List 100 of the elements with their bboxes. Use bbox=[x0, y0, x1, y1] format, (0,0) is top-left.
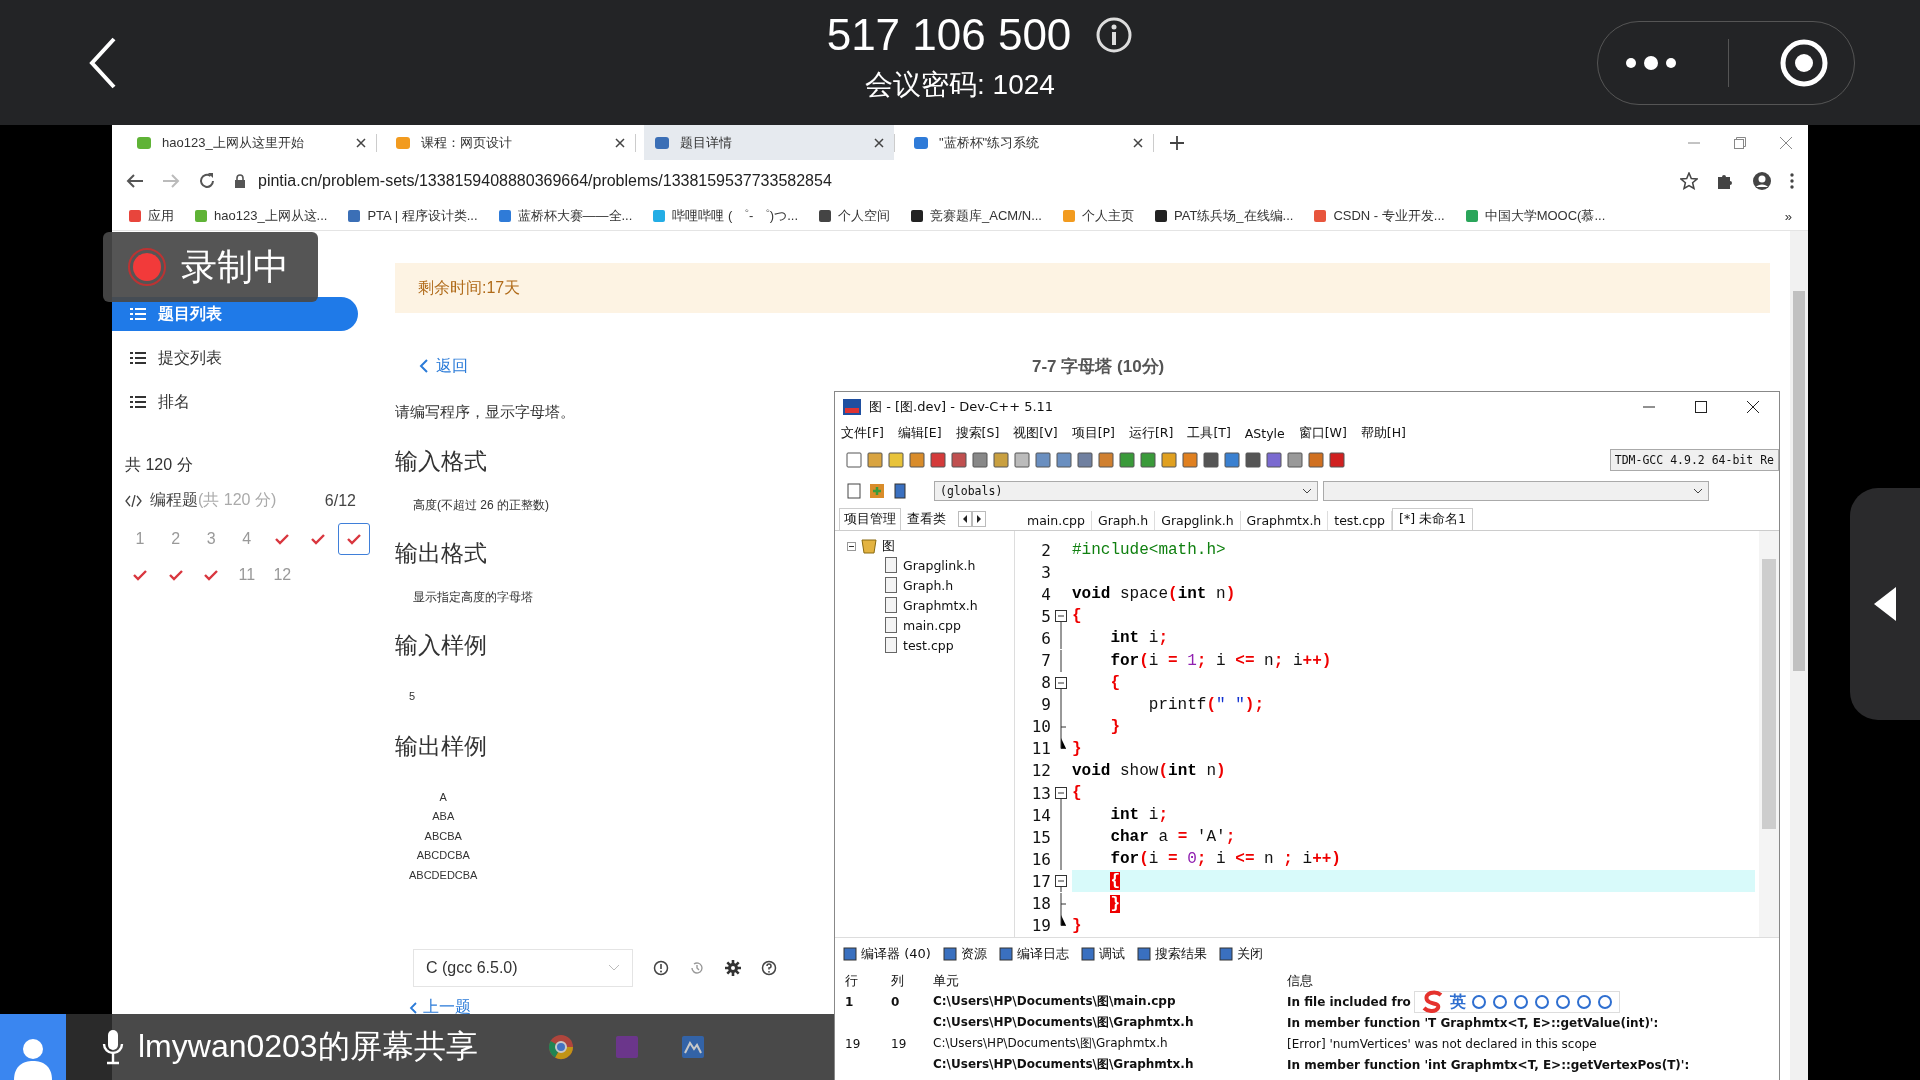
browser-tab[interactable]: 课程：网页设计 bbox=[385, 125, 635, 160]
file-tab[interactable]: Grapglink.h bbox=[1155, 511, 1241, 530]
restore-icon[interactable] bbox=[1734, 136, 1746, 149]
output-tab[interactable]: 关闭 bbox=[1218, 945, 1263, 963]
code-line: } bbox=[1072, 915, 1083, 937]
help-icon[interactable] bbox=[761, 960, 777, 976]
tree-item[interactable]: Graphmtx.h bbox=[903, 597, 978, 613]
bookmark[interactable]: 蓝桥杯大赛——全... bbox=[497, 207, 633, 225]
bookmark[interactable]: 个人空间 bbox=[818, 207, 890, 225]
menu-item[interactable]: 项目[P] bbox=[1071, 424, 1115, 442]
left-triangle-icon bbox=[1874, 587, 1896, 621]
panel-icon bbox=[1080, 947, 1095, 961]
menu-item[interactable]: AStyle bbox=[1244, 425, 1285, 441]
menu-item[interactable]: 窗口[W] bbox=[1298, 424, 1347, 442]
output-tab[interactable]: 编译器 (40) bbox=[843, 945, 931, 963]
close-icon[interactable] bbox=[1133, 137, 1143, 148]
column-header[interactable]: 列 bbox=[891, 971, 933, 990]
section-title[interactable]: 编程题(共 120 分) bbox=[150, 490, 277, 511]
tree-item[interactable]: 图 bbox=[882, 537, 895, 555]
book-icon[interactable] bbox=[891, 481, 909, 500]
menu-item[interactable]: 编辑[E] bbox=[897, 424, 942, 442]
lock-icon[interactable] bbox=[234, 173, 246, 189]
more-bookmarks[interactable]: » bbox=[1784, 208, 1792, 224]
code-line: for(i = 1; i <= n; i++) bbox=[1109, 650, 1333, 672]
column-header[interactable]: 信息 bbox=[1287, 971, 1313, 990]
bookmark[interactable]: PAT练兵场_在线编... bbox=[1154, 207, 1294, 225]
file-tab[interactable]: main.cpp bbox=[1021, 511, 1092, 530]
bookmark[interactable]: PTA | 程序设计类... bbox=[347, 207, 478, 225]
compiler-select[interactable]: TDM-GCC 4.9.2 64-bit Re bbox=[1609, 448, 1779, 471]
nav-item[interactable]: 排名 bbox=[112, 385, 358, 419]
scrollbar-thumb[interactable] bbox=[1793, 291, 1805, 671]
tree-item[interactable]: main.cpp bbox=[903, 617, 961, 633]
collapse-icon[interactable] bbox=[847, 541, 856, 551]
app-icon[interactable] bbox=[679, 1034, 706, 1060]
language-select[interactable]: C (gcc 6.5.0) bbox=[413, 949, 633, 987]
output-tab[interactable]: 搜索结果 bbox=[1136, 945, 1207, 963]
menu-item[interactable]: 搜索[S] bbox=[955, 424, 1000, 442]
back-arrow-icon[interactable] bbox=[126, 173, 144, 189]
menu-item[interactable]: 帮助[H] bbox=[1360, 424, 1406, 442]
input-mode[interactable]: 英 bbox=[1450, 991, 1466, 1013]
menu-item[interactable]: 运行[R] bbox=[1128, 424, 1174, 442]
bookmark[interactable]: 个人主页 bbox=[1062, 207, 1134, 225]
tree-item[interactable]: Grapglink.h bbox=[903, 557, 976, 573]
s-logo-icon[interactable] bbox=[1421, 990, 1445, 1014]
star-icon[interactable] bbox=[1680, 172, 1698, 190]
add-icon[interactable] bbox=[868, 481, 886, 500]
column-header[interactable]: 行 bbox=[845, 971, 891, 990]
column-header[interactable]: 单元 bbox=[933, 971, 1287, 990]
back-link[interactable]: 返回 bbox=[419, 355, 468, 377]
nav-item[interactable]: 提交列表 bbox=[112, 341, 358, 375]
code-line: { bbox=[1072, 783, 1083, 805]
close-icon[interactable] bbox=[1747, 401, 1759, 413]
table-cell-text: C:\Users\HP\Documents\图\Graphmtx.h bbox=[933, 1035, 1169, 1052]
bookmark[interactable]: hao123_上网从这... bbox=[194, 207, 328, 225]
browser-tab[interactable]: 题目详情 bbox=[644, 125, 894, 160]
history-icon[interactable] bbox=[689, 960, 705, 976]
tree-item[interactable]: Graph.h bbox=[903, 577, 954, 593]
browser-tab[interactable]: hao123_上网从这里开始 bbox=[126, 125, 376, 160]
page-icon[interactable] bbox=[845, 481, 863, 500]
bookmark[interactable]: 哔哩哔哩 ( ゜- ゜)つ... bbox=[652, 207, 798, 225]
close-icon[interactable] bbox=[615, 137, 625, 148]
settings-icon[interactable] bbox=[725, 960, 741, 976]
output-tab[interactable]: 编译日志 bbox=[998, 945, 1069, 963]
scrollbar-thumb[interactable] bbox=[1762, 559, 1776, 829]
close-icon[interactable] bbox=[356, 137, 366, 148]
panel-tab[interactable]: 查看类 bbox=[903, 508, 950, 530]
avatar[interactable] bbox=[0, 1014, 66, 1080]
chevron-icon bbox=[1693, 487, 1703, 494]
file-tab[interactable]: [*] 未命名1 bbox=[1392, 508, 1473, 530]
bookmark[interactable]: 应用 bbox=[128, 207, 174, 225]
code-line: #include<math.h> bbox=[1072, 540, 1227, 562]
menu-item[interactable]: 工具[T] bbox=[1187, 424, 1231, 442]
maximize-icon[interactable] bbox=[1695, 401, 1707, 413]
new-tab-icon[interactable] bbox=[1170, 135, 1184, 150]
browser-tab[interactable]: "蓝桥杯"练习系统 bbox=[903, 125, 1153, 160]
scope-select[interactable]: (globals) bbox=[934, 480, 1318, 501]
menu-icon[interactable] bbox=[1790, 173, 1794, 189]
side-panel[interactable] bbox=[1850, 488, 1920, 720]
file-tab[interactable]: Graphmtx.h bbox=[1240, 511, 1329, 530]
menu-item[interactable]: 视图[V] bbox=[1013, 424, 1058, 442]
output-tab[interactable]: 调试 bbox=[1080, 945, 1125, 963]
record-target-icon[interactable] bbox=[1779, 37, 1830, 88]
bookmark[interactable]: 竞赛题库_ACM/N... bbox=[910, 207, 1042, 225]
close-icon[interactable] bbox=[874, 137, 884, 148]
file-tab[interactable]: Graph.h bbox=[1091, 511, 1156, 530]
info-icon[interactable] bbox=[1095, 16, 1134, 54]
puzzle-icon[interactable] bbox=[1716, 172, 1734, 190]
info-icon[interactable] bbox=[653, 960, 669, 976]
reload-icon[interactable] bbox=[198, 172, 216, 190]
bookmark[interactable]: CSDN - 专业开发... bbox=[1313, 207, 1445, 225]
panel-tab[interactable]: 项目管理 bbox=[839, 508, 901, 530]
output-tab[interactable]: 资源 bbox=[942, 945, 987, 963]
tree-item[interactable]: test.cpp bbox=[903, 637, 954, 653]
url-text[interactable]: pintia.cn/problem-sets/1338159408880369664/problems/1338159537733582854 bbox=[258, 172, 1662, 190]
chrome-like-icon[interactable] bbox=[547, 1034, 574, 1060]
menu-item[interactable]: 文件[F] bbox=[841, 424, 884, 442]
previous-link[interactable]: 上一题 bbox=[409, 997, 471, 1018]
account-icon[interactable] bbox=[1752, 171, 1772, 191]
problem-link[interactable] bbox=[337, 523, 370, 555]
bookmark[interactable]: 中国大学MOOC(慕... bbox=[1464, 207, 1606, 225]
